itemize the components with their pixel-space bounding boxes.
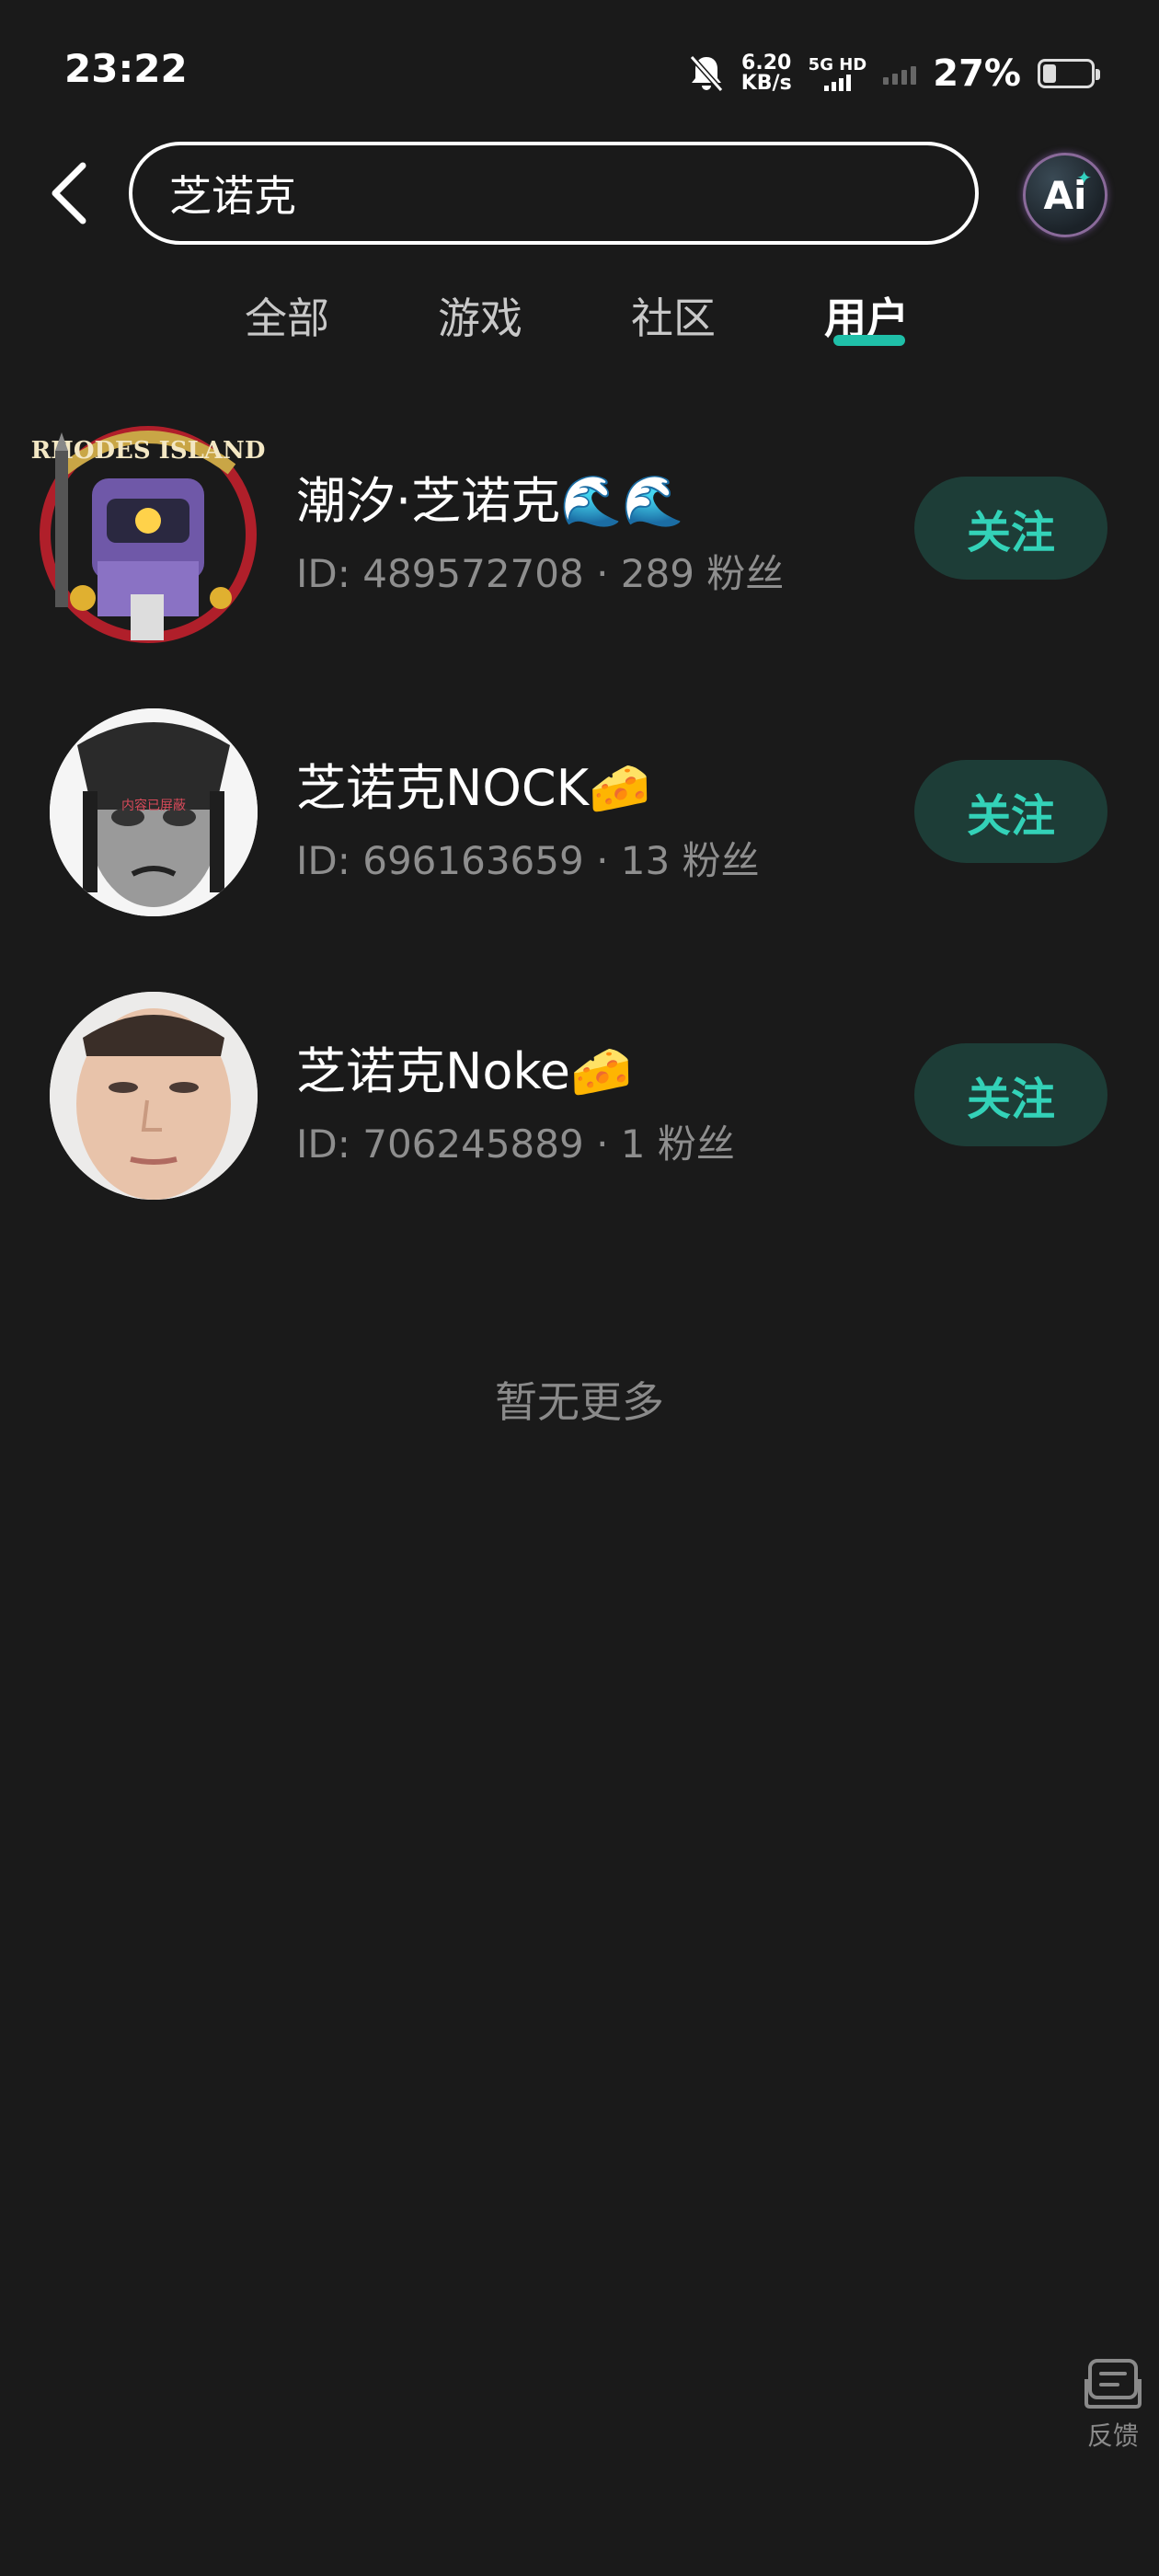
back-button[interactable]: [37, 156, 101, 230]
search-tabs: 全部 游戏 社区 用户: [0, 276, 1159, 368]
feedback-button[interactable]: 反馈: [1076, 2355, 1150, 2453]
follow-button[interactable]: 关注: [914, 1043, 1107, 1146]
network-type: 5G HD: [808, 55, 867, 75]
avatar[interactable]: RHODES ISLAND: [28, 414, 269, 655]
search-input[interactable]: [169, 168, 924, 218]
user-meta: ID: 696163659 · 13 粉丝: [296, 838, 760, 883]
search-box[interactable]: [129, 142, 979, 245]
network-speed: 6.20 KB/s: [741, 53, 792, 94]
signal-bars-icon: [823, 75, 851, 91]
active-tab-indicator: [833, 335, 905, 346]
tab-community[interactable]: 社区: [631, 285, 716, 346]
feedback-label: 反馈: [1086, 2421, 1139, 2451]
grayscale-face-avatar: 内容已屏蔽: [50, 708, 258, 916]
avatar[interactable]: 内容已屏蔽: [50, 708, 258, 916]
status-bar: 23:22 6.20 KB/s 5G HD 27%: [0, 0, 1159, 138]
follow-button[interactable]: 关注: [914, 477, 1107, 580]
user-name[interactable]: 芝诺克NOCK🧀: [296, 747, 650, 820]
network-speed-unit: KB/s: [740, 72, 792, 95]
user-name[interactable]: 潮汐·芝诺克🌊🌊: [296, 460, 684, 533]
sparkle-icon: ✦: [1076, 167, 1092, 189]
status-icons: 6.20 KB/s 5G HD 27%: [688, 46, 1100, 101]
chevron-left-icon: [52, 162, 86, 224]
user-list-item[interactable]: RHODES ISLAND 潮汐·芝诺克🌊🌊 ID: 489572708 · 2…: [0, 405, 1159, 644]
ai-assistant-button[interactable]: Ai ✦: [1023, 153, 1107, 237]
network-speed-value: 6.20: [741, 52, 792, 75]
tab-games[interactable]: 游戏: [438, 285, 522, 346]
feedback-icon: [1084, 2359, 1142, 2409]
user-name[interactable]: 芝诺克Noke🧀: [296, 1030, 632, 1103]
secondary-signal-icon: [883, 63, 917, 85]
follow-button[interactable]: 关注: [914, 760, 1107, 863]
battery-icon: [1038, 59, 1100, 88]
user-list-item[interactable]: 内容已屏蔽 芝诺克NOCK🧀 ID: 696163659 · 13 粉丝 关注: [0, 708, 1159, 948]
notifications-muted-icon: [689, 55, 723, 92]
clock: 23:22: [64, 46, 188, 91]
user-meta: ID: 706245889 · 1 粉丝: [296, 1121, 735, 1167]
battery-percent: 27%: [933, 52, 1021, 95]
rhodes-island-robot-avatar: RHODES ISLAND: [31, 426, 265, 643]
user-list-item[interactable]: 芝诺克Noke🧀 ID: 706245889 · 1 粉丝 关注: [0, 992, 1159, 1231]
tab-all[interactable]: 全部: [245, 285, 329, 346]
end-of-list-text: 暂无更多: [495, 1377, 664, 1427]
svg-text:内容已屏蔽: 内容已屏蔽: [121, 798, 186, 813]
avatar[interactable]: [50, 992, 258, 1200]
cellular-5g-signal: 5G HD: [808, 55, 867, 91]
user-meta: ID: 489572708 · 289 粉丝: [296, 551, 785, 596]
face-photo-avatar: [50, 992, 258, 1200]
